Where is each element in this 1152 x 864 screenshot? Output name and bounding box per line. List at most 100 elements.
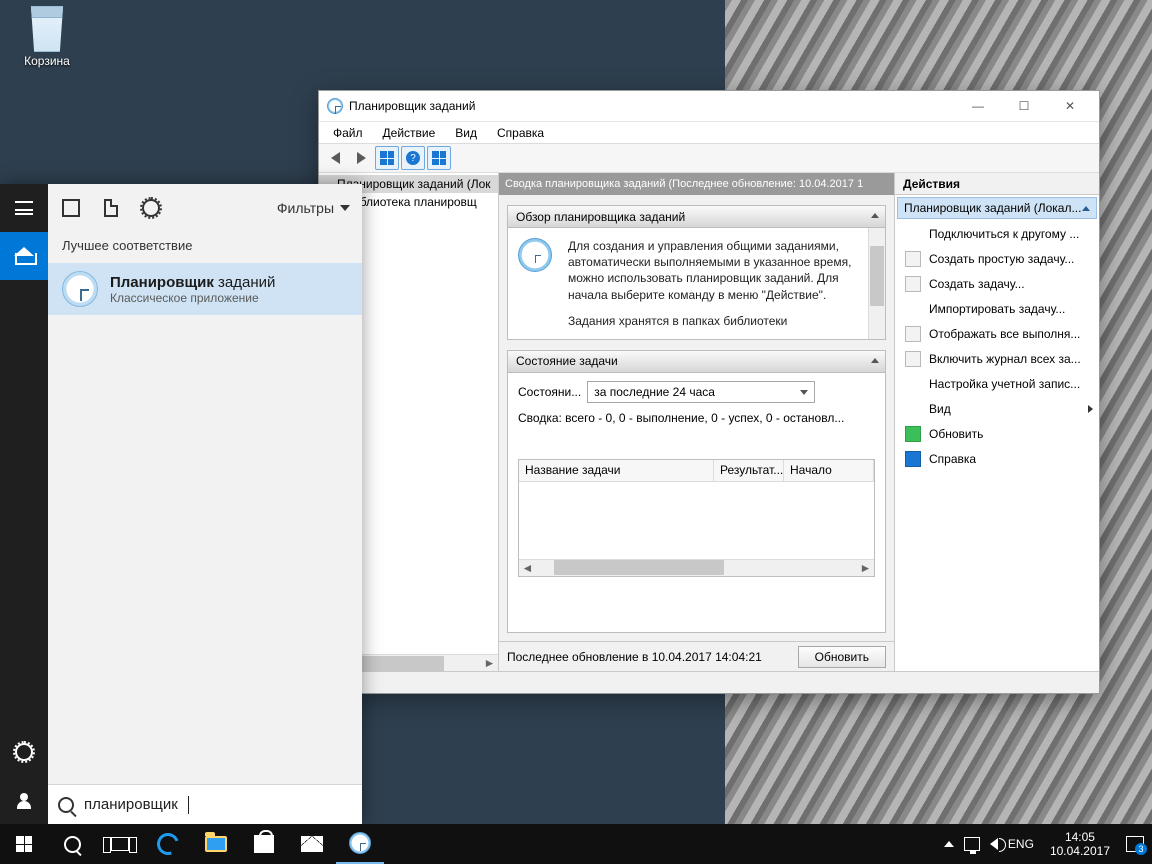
menu-view[interactable]: Вид bbox=[447, 124, 485, 142]
action-connect[interactable]: Подключиться к другому ... bbox=[895, 221, 1099, 246]
overview-header[interactable]: Обзор планировщика заданий bbox=[508, 206, 885, 228]
nav-back-button[interactable] bbox=[323, 146, 347, 170]
scope-settings[interactable] bbox=[140, 197, 162, 219]
actions-title: Действия bbox=[895, 173, 1099, 195]
col-task-name[interactable]: Название задачи bbox=[519, 460, 714, 481]
overview-group: Обзор планировщика заданий Для создания … bbox=[507, 205, 886, 340]
overview-scrollbar[interactable] bbox=[868, 228, 885, 339]
log-icon bbox=[905, 351, 921, 367]
last-update-label: Последнее обновление в 10.04.2017 14:04:… bbox=[507, 650, 762, 664]
task-icon bbox=[905, 251, 921, 267]
help-icon bbox=[905, 451, 921, 467]
taskbar-store[interactable] bbox=[240, 824, 288, 864]
refresh-icon bbox=[905, 426, 921, 442]
action-create-task[interactable]: Создать задачу... bbox=[895, 271, 1099, 296]
action-show-running[interactable]: Отображать все выполня... bbox=[895, 321, 1099, 346]
system-tray: ENG 14:05 10.04.2017 bbox=[936, 830, 1152, 858]
state-group: Состояние задачи Состояни... за последни… bbox=[507, 350, 886, 633]
list-icon bbox=[905, 326, 921, 342]
file-explorer-icon bbox=[205, 836, 227, 852]
action-refresh[interactable]: Обновить bbox=[895, 421, 1099, 446]
close-button[interactable]: ✕ bbox=[1047, 91, 1093, 121]
statusbar bbox=[319, 671, 1099, 693]
hamburger-icon bbox=[15, 201, 33, 215]
scope-documents[interactable] bbox=[100, 197, 122, 219]
filters-dropdown[interactable]: Фильтры bbox=[277, 200, 350, 216]
maximize-button[interactable]: ☐ bbox=[1001, 91, 1047, 121]
action-view[interactable]: Вид bbox=[895, 396, 1099, 421]
network-icon[interactable] bbox=[964, 837, 980, 851]
taskbar-edge[interactable] bbox=[144, 824, 192, 864]
menu-action[interactable]: Действие bbox=[375, 124, 444, 142]
arrow-left-icon bbox=[331, 152, 340, 164]
search-button[interactable] bbox=[48, 824, 96, 864]
refresh-button[interactable]: Обновить bbox=[798, 646, 886, 668]
help-icon: ? bbox=[406, 151, 420, 165]
minimize-button[interactable]: — bbox=[955, 91, 1001, 121]
desktop-icon-recycle-bin[interactable]: Корзина bbox=[10, 6, 84, 68]
chevron-up-icon bbox=[871, 358, 879, 363]
rail-feedback-button[interactable] bbox=[0, 776, 48, 824]
taskbar-mail[interactable] bbox=[288, 824, 336, 864]
search-rail bbox=[0, 184, 48, 824]
arrow-right-icon bbox=[357, 152, 366, 164]
home-icon bbox=[15, 247, 33, 265]
state-label: Состояни... bbox=[518, 385, 581, 399]
nav-forward-button[interactable] bbox=[349, 146, 373, 170]
windows-logo-icon bbox=[16, 836, 32, 852]
toolbar: ? bbox=[319, 143, 1099, 173]
state-summary: Сводка: всего - 0, 0 - выполнение, 0 - у… bbox=[518, 411, 875, 425]
window-title: Планировщик заданий bbox=[349, 99, 475, 113]
action-help[interactable]: Справка bbox=[895, 446, 1099, 471]
action-account-config[interactable]: Настройка учетной запис... bbox=[895, 371, 1099, 396]
task-view-button[interactable] bbox=[96, 824, 144, 864]
state-header[interactable]: Состояние задачи bbox=[508, 351, 885, 373]
result-subtitle: Классическое приложение bbox=[110, 291, 275, 305]
taskbar-task-scheduler[interactable] bbox=[336, 824, 384, 864]
input-language[interactable]: ENG bbox=[1008, 837, 1034, 851]
center-header: Сводка планировщика заданий (Последнее о… bbox=[499, 173, 894, 195]
result-title: Планировщик заданий bbox=[110, 274, 275, 291]
task-table: Название задачи Результат... Начало ◄► bbox=[518, 459, 875, 577]
rail-home-button[interactable] bbox=[0, 232, 48, 280]
task-table-hscroll[interactable]: ◄► bbox=[519, 559, 874, 576]
rail-menu-button[interactable] bbox=[0, 184, 48, 232]
titlebar[interactable]: Планировщик заданий — ☐ ✕ bbox=[319, 91, 1099, 121]
edge-icon bbox=[153, 829, 182, 858]
action-create-basic-task[interactable]: Создать простую задачу... bbox=[895, 246, 1099, 271]
task-table-body bbox=[519, 482, 874, 559]
tray-overflow-button[interactable] bbox=[944, 841, 954, 847]
action-center-button[interactable] bbox=[1126, 836, 1144, 852]
col-result[interactable]: Результат... bbox=[714, 460, 784, 481]
center-pane: Сводка планировщика заданий (Последнее о… bbox=[499, 173, 895, 671]
mail-icon bbox=[301, 836, 323, 852]
action-enable-history[interactable]: Включить журнал всех за... bbox=[895, 346, 1099, 371]
actions-pane: Действия Планировщик заданий (Локал... П… bbox=[895, 173, 1099, 671]
search-scope-bar: Фильтры bbox=[48, 184, 362, 232]
state-period-combo[interactable]: за последние 24 часа bbox=[587, 381, 815, 403]
volume-icon[interactable] bbox=[990, 838, 998, 850]
toolbar-button-1[interactable] bbox=[375, 146, 399, 170]
toolbar-button-3[interactable] bbox=[427, 146, 451, 170]
action-import-task[interactable]: Импортировать задачу... bbox=[895, 296, 1099, 321]
taskbar-explorer[interactable] bbox=[192, 824, 240, 864]
actions-subtitle[interactable]: Планировщик заданий (Локал... bbox=[897, 197, 1097, 219]
rail-settings-button[interactable] bbox=[0, 728, 48, 776]
gear-icon bbox=[15, 743, 33, 761]
col-start[interactable]: Начало bbox=[784, 460, 874, 481]
taskbar-clock[interactable]: 14:05 10.04.2017 bbox=[1044, 830, 1116, 858]
taskbar: ENG 14:05 10.04.2017 bbox=[0, 824, 1152, 864]
toolbar-help-button[interactable]: ? bbox=[401, 146, 425, 170]
menu-file[interactable]: Файл bbox=[325, 124, 371, 142]
clock-icon bbox=[62, 271, 98, 307]
search-result-task-scheduler[interactable]: Планировщик заданий Классическое приложе… bbox=[48, 263, 362, 315]
chevron-up-icon bbox=[871, 213, 879, 218]
start-button[interactable] bbox=[0, 824, 48, 864]
document-icon bbox=[104, 199, 118, 217]
scope-apps[interactable] bbox=[60, 197, 82, 219]
task-scheduler-window: Планировщик заданий — ☐ ✕ Файл Действие … bbox=[318, 90, 1100, 694]
search-input-row[interactable]: планировщик bbox=[48, 784, 362, 824]
menu-help[interactable]: Справка bbox=[489, 124, 552, 142]
task-icon bbox=[905, 276, 921, 292]
overview-text-2: Задания хранятся в папках библиотеки bbox=[568, 313, 875, 329]
